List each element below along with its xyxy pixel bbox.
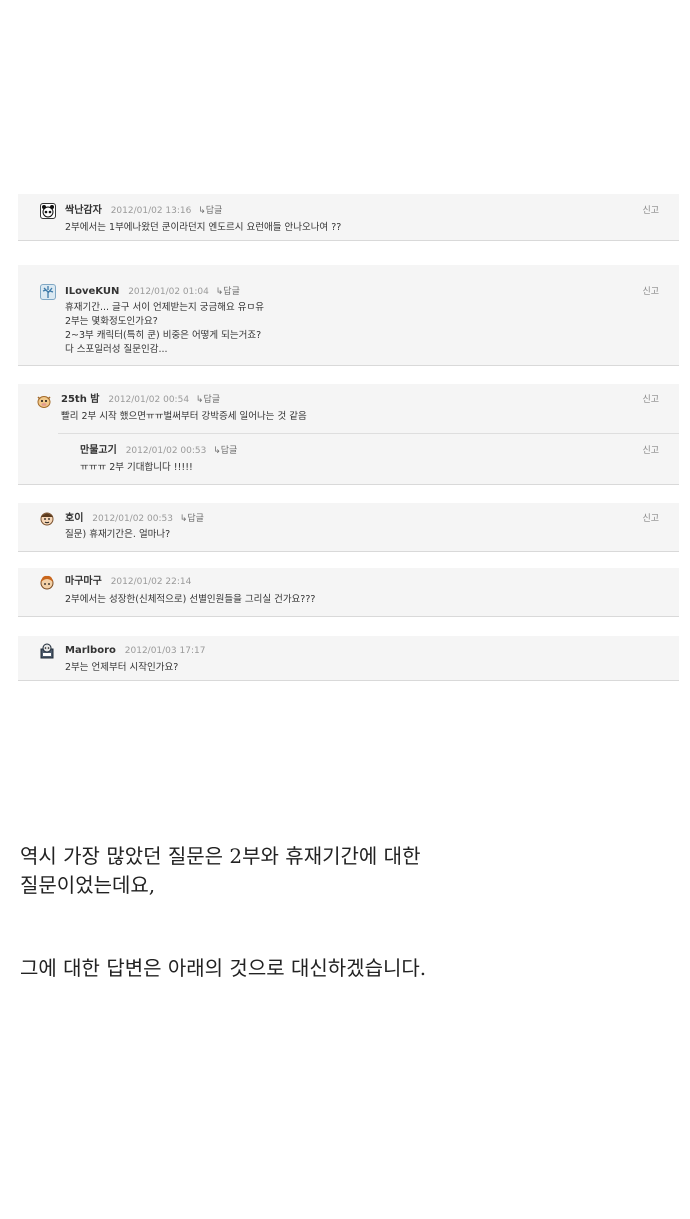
comment-date: 2012/01/02 13:16 <box>110 206 192 216</box>
comment: ILoveKUN 2012/01/02 01:04 ↳답글 신고 휴재기간...… <box>18 265 679 366</box>
article-paragraph: 역시 가장 많았던 질문은 2부와 휴재기간에 대한 질문이었는데요, <box>20 844 421 897</box>
face-icon <box>39 510 55 526</box>
comment-author[interactable]: 25th 밤 <box>61 394 100 405</box>
report-button[interactable]: 신고 <box>642 286 659 298</box>
comment-author[interactable]: 만물고기 <box>80 445 117 456</box>
comment-box: 호이 2012/01/02 00:53 ↳답글 신고 질문) 휴재기간은. 얼마… <box>18 503 679 552</box>
comment-text: 질문) 휴재기간은. 얼마나? <box>65 529 171 540</box>
report-button[interactable]: 신고 <box>642 445 659 457</box>
comment-author[interactable]: 싹난감자 <box>65 205 102 216</box>
comment-box: ILoveKUN 2012/01/02 01:04 ↳답글 신고 휴재기간...… <box>18 265 679 366</box>
comment-date: 2012/01/03 17:17 <box>124 646 206 656</box>
comment-author[interactable]: Marlboro <box>65 645 116 656</box>
character-icon <box>39 643 55 659</box>
comment: 25th 밤 2012/01/02 00:54 ↳답글 신고 빨리 2부 시작 … <box>18 384 679 433</box>
comment: 싹난감자 2012/01/02 13:16 ↳답글 신고 2부에서는 1부에나왔… <box>18 194 679 241</box>
comment: 호이 2012/01/02 00:53 ↳답글 신고 질문) 휴재기간은. 얼마… <box>18 503 679 552</box>
report-button[interactable]: 신고 <box>642 513 659 525</box>
comment-date: 2012/01/02 00:53 <box>125 446 207 456</box>
reply-button[interactable]: ↳답글 <box>216 287 240 297</box>
tree-icon <box>40 284 56 300</box>
comment-text: 2부에서는 1부에나왔던 쿤이라던지 엔도르시 요런애들 안나오나여 ?? <box>65 222 342 233</box>
comment-box: Marlboro 2012/01/03 17:17 2부는 언제부터 시작인가요… <box>18 636 679 681</box>
comment-author[interactable]: ILoveKUN <box>65 286 119 297</box>
comment-date: 2012/01/02 01:04 <box>128 287 209 297</box>
report-button[interactable]: 신고 <box>642 394 659 406</box>
reply-button[interactable]: ↳답글 <box>196 395 220 405</box>
comment-text: 휴재기간... 글구 서이 언제받는지 궁금해요 유ㅁ유 2부는 몇화정도인가요… <box>65 302 264 355</box>
comment-date: 2012/01/02 00:54 <box>108 395 190 405</box>
kid-icon <box>39 574 55 590</box>
comment-text: ㅠㅠㅠ 2부 기대합니다 !!!!! <box>80 462 193 473</box>
report-button[interactable]: 신고 <box>642 205 659 217</box>
panda-icon <box>40 203 56 219</box>
comment-date: 2012/01/02 00:53 <box>92 514 173 524</box>
comment-author[interactable]: 마구마구 <box>65 576 102 587</box>
comment-box: 마구마구 2012/01/02 22:14 2부에서는 성장한(신체적으로) 선… <box>18 568 679 617</box>
cow-icon <box>36 393 52 409</box>
reply-button[interactable]: ↳답글 <box>213 446 237 456</box>
comment-box: 25th 밤 2012/01/02 00:54 ↳답글 신고 빨리 2부 시작 … <box>18 384 679 485</box>
article-paragraph: 그에 대한 답변은 아래의 것으로 대신하겠습니다. <box>20 956 427 980</box>
comment-text: 2부에서는 성장한(신체적으로) 선별인원들을 그리실 건가요??? <box>65 594 316 605</box>
comment: 마구마구 2012/01/02 22:14 2부에서는 성장한(신체적으로) 선… <box>18 568 679 617</box>
comment-box: 싹난감자 2012/01/02 13:16 ↳답글 신고 2부에서는 1부에나왔… <box>18 194 679 241</box>
comment-text: 2부는 언제부터 시작인가요? <box>65 662 179 673</box>
comment-author[interactable]: 호이 <box>65 513 83 524</box>
comment: Marlboro 2012/01/03 17:17 2부는 언제부터 시작인가요… <box>18 636 679 681</box>
comment-reply: 만물고기 2012/01/02 00:53 ↳답글 신고 ㅠㅠㅠ 2부 기대합니… <box>58 433 679 486</box>
reply-button[interactable]: ↳답글 <box>180 514 204 524</box>
comment-date: 2012/01/02 22:14 <box>110 577 192 587</box>
reply-button[interactable]: ↳답글 <box>198 206 222 216</box>
comment-text: 빨리 2부 시작 했으면ㅠㅠ벌써부터 강박증세 일어나는 것 같음 <box>61 411 307 422</box>
